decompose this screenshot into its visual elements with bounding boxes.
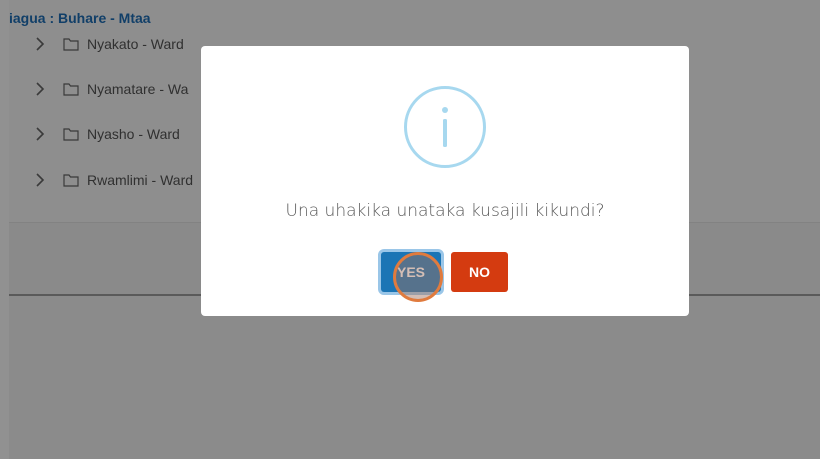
dialog-message: Una uhakika unataka kusajili kikundi?	[285, 201, 605, 221]
yes-button[interactable]: YES	[381, 252, 441, 292]
no-button[interactable]: NO	[451, 252, 508, 292]
confirm-dialog: Una uhakika unataka kusajili kikundi? YE…	[201, 46, 689, 316]
info-icon	[404, 86, 486, 168]
